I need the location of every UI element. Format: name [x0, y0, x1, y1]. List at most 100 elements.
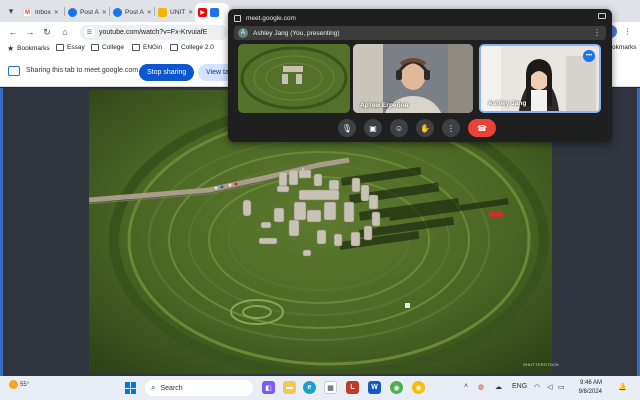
tab-label: Inbox [35, 9, 51, 16]
bookmark-college-2[interactable]: College 2.0 [170, 44, 214, 51]
tab-label: Post A [80, 9, 99, 16]
bookmark-college[interactable]: College [91, 44, 124, 51]
kebab-menu-icon[interactable]: ⋮ [621, 25, 634, 38]
presenter-label: Ashley Jang (You, presenting) [253, 29, 340, 37]
back-arrow-icon[interactable]: ← [6, 25, 20, 39]
folder-icon [56, 44, 64, 51]
tab-label: UNIT [170, 9, 186, 16]
system-clock[interactable]: 9:46 AM 9/8/2024 [570, 379, 602, 397]
security-icon[interactable]: ◍ [478, 383, 484, 391]
video-watermark: SHUTTERSTOCK [523, 362, 560, 367]
wifi-icon[interactable]: ◠ [534, 383, 540, 391]
meet-title-bar: meet.google.com [234, 12, 296, 24]
bookmark-essay[interactable]: Essay [56, 44, 85, 51]
camera-icon[interactable]: ▣ [364, 119, 382, 137]
store-icon[interactable]: ▦ [324, 381, 337, 394]
bookmark-engin[interactable]: ENGin [132, 44, 162, 51]
clock-date: 9/8/2024 [578, 389, 602, 395]
youtube-icon: ▶ [198, 8, 207, 17]
more-options-icon[interactable]: ••• [583, 50, 595, 62]
site-info-icon[interactable]: ☰ [84, 27, 95, 38]
leave-call-icon[interactable]: ☎ [468, 119, 496, 137]
home-icon[interactable]: ⌂ [58, 25, 72, 39]
participant-tile-artem[interactable]: Артем Егребов [353, 44, 473, 113]
chevron-up-icon[interactable]: ˄ [464, 383, 468, 390]
tab-unit[interactable]: UNIT ✕ [155, 3, 195, 22]
folder-icon [170, 44, 178, 51]
meet-floating-window[interactable]: meet.google.com A Ashley Jang (You, pres… [228, 9, 612, 142]
address-bar[interactable]: ☰ youtube.com/watch?v=Fx-KrvuiafE [80, 25, 228, 40]
screen-share-thumbnail [238, 44, 350, 113]
close-icon[interactable]: ✕ [102, 9, 107, 16]
volume-icon[interactable]: ◁ [547, 383, 552, 391]
meet-control-bar: 🎙 ▣ ☺ ✋ ⋮ ☎ [338, 119, 496, 137]
meet-domain: meet.google.com [246, 14, 296, 22]
document-icon [158, 8, 167, 17]
desktop-screen: ▾ M Inbox ✕ Post A ✕ Post A ✕ UNIT ✕ ▶ ←… [0, 0, 640, 400]
cast-icon[interactable] [598, 13, 606, 19]
tab-search-icon[interactable]: ▾ [4, 4, 18, 18]
search-placeholder: Search [160, 384, 183, 392]
notification-icon[interactable]: 🔔 [618, 383, 627, 391]
stop-sharing-button[interactable]: Stop sharing [139, 64, 195, 81]
battery-icon[interactable]: ▭ [558, 383, 565, 391]
bookmark-all[interactable]: ★ Bookmarks [7, 44, 50, 53]
window-icon [234, 14, 241, 22]
bookmark-label: ENGin [143, 44, 163, 51]
raise-hand-icon[interactable]: ✋ [416, 119, 434, 137]
reload-icon[interactable]: ↻ [40, 25, 54, 39]
avatar: A [238, 28, 248, 38]
share-border-left [0, 88, 3, 376]
tab-inbox[interactable]: M Inbox ✕ [20, 3, 64, 22]
screen-share-icon [8, 66, 20, 76]
bookmark-label: Bookmarks [17, 45, 50, 52]
forward-arrow-icon[interactable]: → [23, 25, 37, 39]
windows-start-icon[interactable] [125, 382, 137, 394]
chrome-icon[interactable]: ◉ [390, 381, 403, 394]
star-icon: ★ [7, 44, 15, 53]
close-icon[interactable]: ✕ [54, 9, 59, 16]
participant-name: Ashley Jang [488, 100, 527, 107]
taskbar-search-box[interactable]: ⌕ Search [145, 380, 253, 396]
close-icon[interactable]: ✕ [147, 9, 152, 16]
bookmark-label: College [102, 44, 125, 51]
kebab-menu-icon[interactable]: ⋮ [593, 28, 601, 37]
search-icon: ⌕ [151, 383, 156, 392]
bookmark-all-bookmarks[interactable]: okmarks [612, 44, 637, 51]
presenter-bar: A Ashley Jang (You, presenting) ⋮ [234, 26, 606, 40]
url-text: youtube.com/watch?v=Fx-KrvuiafE [99, 29, 208, 36]
file-explorer-icon[interactable]: ▬ [283, 381, 296, 394]
more-vert-icon[interactable]: ⋮ [442, 119, 460, 137]
windows-taskbar: 55° ⌕ Search ◧ ▬ e ▦ L W ◉ ◉ ˄ ◍ ☁ ENG ◠… [0, 376, 640, 400]
cloud-icon[interactable]: ☁ [495, 383, 502, 391]
sharing-message: Sharing this tab to meet.google.com [26, 67, 139, 74]
folder-icon [91, 44, 99, 51]
participant-tile-ashley[interactable]: ••• Ashley Jang [479, 44, 601, 113]
participant-tile-screenshare[interactable] [238, 44, 350, 113]
word-icon[interactable]: W [368, 381, 381, 394]
folder-icon [132, 44, 140, 51]
tab-post-a-2[interactable]: Post A ✕ [110, 3, 154, 22]
reactions-icon[interactable]: ☺ [390, 119, 408, 137]
bookmark-label: okmarks [612, 44, 637, 51]
participant-name: Артем Егребов [360, 102, 409, 109]
tab-youtube-active[interactable]: ▶ [195, 3, 229, 22]
tab-post-a-1[interactable]: Post A ✕ [65, 3, 109, 22]
chrome-profile-icon[interactable]: ◉ [412, 381, 425, 394]
language-indicator[interactable]: ENG [512, 383, 527, 390]
edge-browser-icon[interactable]: e [303, 381, 316, 394]
clock-time: 9:46 AM [579, 380, 602, 386]
meet-app-icon [68, 8, 77, 17]
weather-widget[interactable]: 55° [9, 380, 29, 389]
gmail-icon: M [23, 8, 32, 17]
meet-app-icon [113, 8, 122, 17]
microphone-icon[interactable]: 🎙 [338, 119, 356, 137]
sun-icon [9, 380, 18, 389]
tab-label: Post A [125, 9, 144, 16]
task-view-icon[interactable]: ◧ [262, 381, 275, 394]
temperature: 55° [20, 381, 30, 388]
bookmark-label: College 2.0 [181, 44, 214, 51]
close-icon[interactable]: ✕ [188, 9, 193, 16]
lockdown-browser-icon[interactable]: L [346, 381, 359, 394]
sharing-indicator-icon [210, 8, 219, 17]
